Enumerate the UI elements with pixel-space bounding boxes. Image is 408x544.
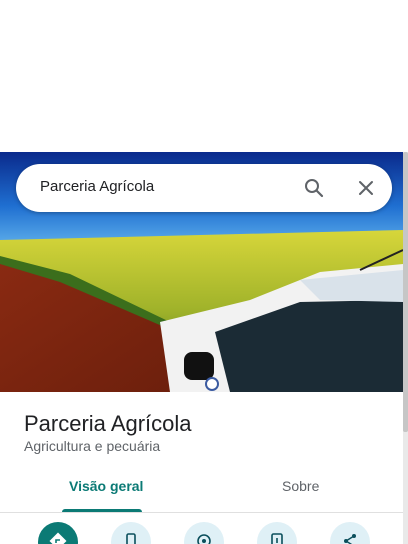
place-category[interactable]: Agricultura e pecuária — [24, 438, 160, 454]
active-tab-indicator — [62, 509, 142, 512]
place-panel: Parceria Agrícola Parceria Agrícola Agri… — [0, 152, 403, 544]
phone-icon — [126, 533, 136, 544]
share-icon — [344, 534, 356, 544]
send-to-phone-icon — [271, 533, 283, 544]
action-bar — [0, 522, 403, 544]
tab-overview[interactable]: Visão geral — [69, 478, 143, 494]
directions-button[interactable] — [38, 522, 78, 544]
share-button[interactable] — [330, 522, 370, 544]
scrollbar[interactable] — [403, 152, 408, 544]
close-icon[interactable] — [354, 176, 378, 200]
send-to-phone-button[interactable] — [257, 522, 297, 544]
search-input[interactable]: Parceria Agrícola — [40, 178, 154, 195]
scrollbar-thumb[interactable] — [403, 152, 408, 432]
call-button[interactable] — [111, 522, 151, 544]
search-bar[interactable]: Parceria Agrícola — [16, 164, 392, 212]
nearby-button[interactable] — [184, 522, 224, 544]
directions-icon — [49, 532, 67, 544]
place-photo[interactable]: Parceria Agrícola — [0, 152, 403, 392]
search-icon[interactable] — [302, 176, 326, 200]
tab-bar: Visão geral Sobre — [0, 464, 403, 513]
nearby-icon — [197, 534, 211, 544]
place-title: Parceria Agrícola — [24, 411, 192, 436]
tab-about[interactable]: Sobre — [282, 478, 319, 494]
